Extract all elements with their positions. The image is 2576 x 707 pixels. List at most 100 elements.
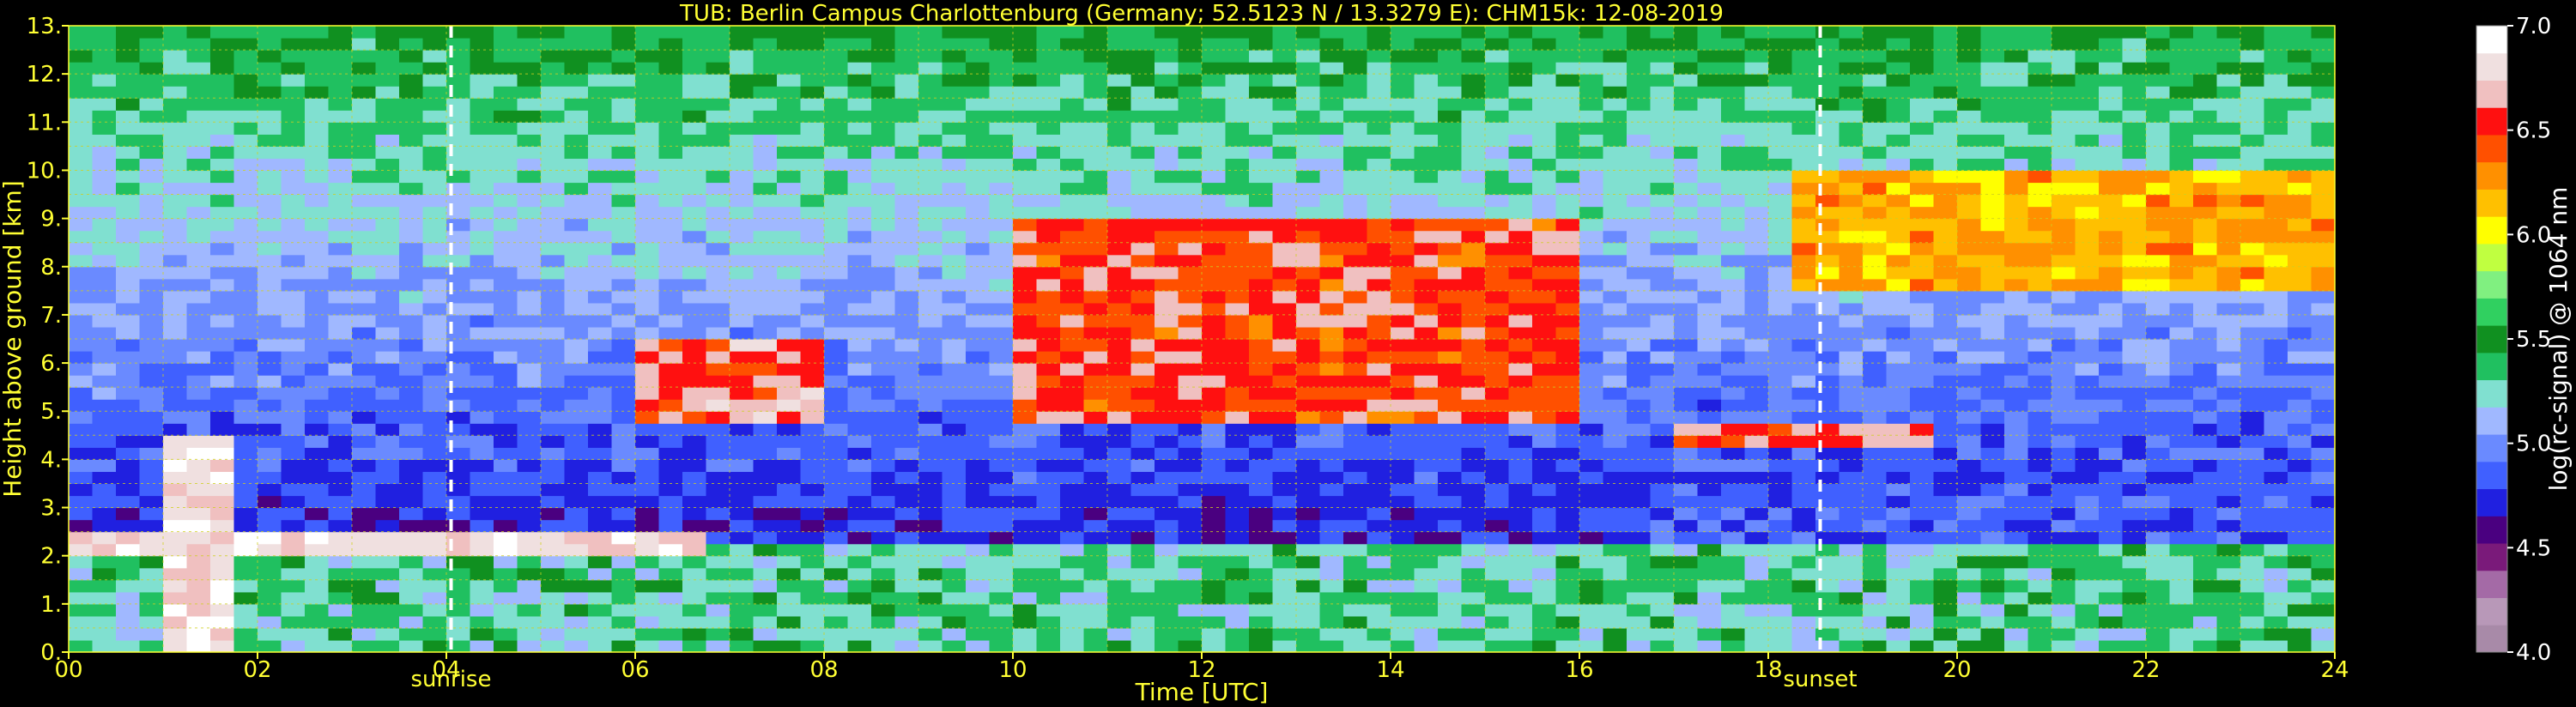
heatmap-cell xyxy=(942,363,967,376)
heatmap-cell xyxy=(1249,62,1274,75)
heatmap-cell xyxy=(682,110,707,123)
heatmap-cell xyxy=(233,603,258,617)
heatmap-cell xyxy=(2146,627,2171,641)
heatmap-cell xyxy=(730,206,755,220)
heatmap-cell xyxy=(611,266,636,280)
heatmap-cell xyxy=(1202,194,1227,208)
heatmap-cell xyxy=(2099,483,2124,497)
heatmap-cell xyxy=(871,387,896,400)
heatmap-cell xyxy=(470,86,494,99)
heatmap-cell xyxy=(2264,122,2288,135)
heatmap-cell xyxy=(517,411,542,424)
heatmap-cell xyxy=(2311,230,2335,244)
heatmap-cell xyxy=(2288,339,2312,352)
heatmap-cell xyxy=(1343,302,1368,316)
heatmap-cell xyxy=(233,50,258,63)
heatmap-cell xyxy=(2099,26,2124,39)
heatmap-cell xyxy=(1910,62,1935,75)
heatmap-cell xyxy=(186,627,211,641)
heatmap-cell xyxy=(2311,483,2335,497)
heatmap-cell xyxy=(1343,278,1368,292)
heatmap-cell xyxy=(564,507,589,521)
heatmap-cell xyxy=(2288,74,2312,87)
heatmap-cell xyxy=(2169,98,2194,111)
heatmap-cell xyxy=(1508,206,1533,220)
heatmap-cell xyxy=(2075,447,2100,460)
heatmap-cell xyxy=(541,627,566,641)
heatmap-cell xyxy=(541,218,566,232)
heatmap-cell xyxy=(1532,603,1557,617)
heatmap-cell xyxy=(1343,266,1368,280)
heatmap-cell xyxy=(658,459,683,473)
heatmap-cell xyxy=(1296,122,1321,135)
heatmap-cell xyxy=(1155,314,1179,328)
heatmap-cell xyxy=(1791,38,1816,51)
heatmap-cell xyxy=(1438,206,1463,220)
heatmap-cell xyxy=(1933,591,1958,605)
heatmap-cell xyxy=(1910,146,1935,160)
heatmap-cell xyxy=(399,603,424,617)
heatmap-cell xyxy=(1603,62,1627,75)
heatmap-cell xyxy=(2027,50,2052,63)
heatmap-cell xyxy=(918,110,943,123)
heatmap-cell xyxy=(1721,555,1746,569)
heatmap-cell xyxy=(305,483,330,497)
heatmap-cell xyxy=(517,543,542,557)
heatmap-cell xyxy=(2146,375,2171,388)
heatmap-cell xyxy=(1933,627,1958,641)
heatmap-cell xyxy=(564,555,589,569)
heatmap-cell xyxy=(352,375,377,388)
heatmap-cell xyxy=(871,435,896,448)
heatmap-cell xyxy=(1083,435,1108,448)
heatmap-cell xyxy=(2193,50,2218,63)
heatmap-cell xyxy=(163,603,188,617)
plot-area xyxy=(69,26,2335,652)
heatmap-cell xyxy=(1933,351,1958,364)
heatmap-cell xyxy=(1886,423,1911,436)
heatmap-cell xyxy=(1130,603,1155,617)
heatmap-cell xyxy=(1272,435,1297,448)
heatmap-cell xyxy=(2311,62,2335,75)
heatmap-cell xyxy=(730,254,755,268)
heatmap-cell xyxy=(1107,363,1132,376)
heatmap-cell xyxy=(92,326,117,340)
heatmap-cell xyxy=(541,134,566,147)
heatmap-cell xyxy=(1107,218,1132,232)
heatmap-cell xyxy=(210,50,235,63)
heatmap-cell xyxy=(1532,62,1557,75)
heatmap-cell xyxy=(2075,146,2100,160)
heatmap-cell xyxy=(2004,290,2029,304)
heatmap-cell xyxy=(1555,302,1580,316)
heatmap-cell xyxy=(186,218,211,232)
heatmap-cell xyxy=(2288,62,2312,75)
heatmap-cell xyxy=(1178,122,1203,135)
heatmap-cell xyxy=(328,543,353,557)
heatmap-cell xyxy=(1603,603,1627,617)
heatmap-cell xyxy=(1485,254,1510,268)
heatmap-cell xyxy=(1367,50,1391,63)
heatmap-cell xyxy=(824,471,849,485)
heatmap-cell xyxy=(2169,182,2194,196)
heatmap-cell xyxy=(753,603,778,617)
heatmap-cell xyxy=(942,158,967,172)
heatmap-cell xyxy=(1202,339,1227,352)
heatmap-cell xyxy=(1319,278,1344,292)
heatmap-cell xyxy=(2193,639,2218,652)
heatmap-cell xyxy=(2004,170,2029,184)
heatmap-cell xyxy=(989,122,1014,135)
heatmap-cell xyxy=(1485,387,1510,400)
heatmap-cell xyxy=(1083,555,1108,569)
heatmap-cell xyxy=(1933,74,1958,87)
heatmap-cell xyxy=(564,158,589,172)
heatmap-cell xyxy=(1863,495,1888,509)
heatmap-cell xyxy=(116,50,141,63)
heatmap-cell xyxy=(1886,567,1911,581)
heatmap-cell xyxy=(1791,98,1816,111)
heatmap-cell xyxy=(918,495,943,509)
heatmap-cell xyxy=(92,62,117,75)
heatmap-cell xyxy=(1485,62,1510,75)
heatmap-cell xyxy=(730,74,755,87)
heatmap-cell xyxy=(1130,567,1155,581)
heatmap-cell xyxy=(2146,531,2171,545)
heatmap-cell xyxy=(541,170,566,184)
